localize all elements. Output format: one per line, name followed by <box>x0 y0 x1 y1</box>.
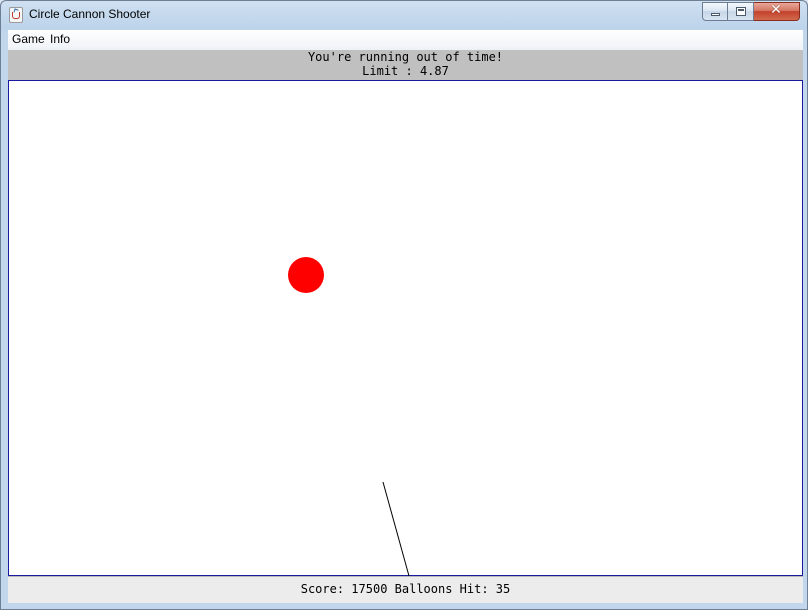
score-bar: Score: 17500 Balloons Hit: 35 <box>8 576 803 603</box>
time-warning-message: You're running out of time! <box>307 50 504 64</box>
window-title: Circle Cannon Shooter <box>29 7 151 21</box>
score-readout: Score: 17500 Balloons Hit: 35 <box>300 582 511 596</box>
game-canvas[interactable] <box>8 80 803 577</box>
close-icon: ✕ <box>770 2 782 18</box>
minimize-button[interactable] <box>702 2 728 21</box>
window-client-area: Game Info You're running out of time! Li… <box>8 30 803 603</box>
menu-info[interactable]: Info <box>48 32 72 46</box>
minimize-icon <box>711 13 720 16</box>
menu-game[interactable]: Game <box>10 32 47 46</box>
status-panel: You're running out of time! Limit : 4.87 <box>8 50 803 80</box>
game-canvas-drawing <box>288 257 410 577</box>
maximize-button[interactable] <box>728 2 754 21</box>
balloon-target <box>288 257 324 293</box>
coffee-cup-icon <box>12 12 20 19</box>
menu-bar: Game Info <box>8 30 803 51</box>
close-button[interactable]: ✕ <box>754 2 800 21</box>
cannon-barrel <box>382 481 410 577</box>
java-coffee-icon[interactable] <box>9 7 23 23</box>
title-bar[interactable]: Circle Cannon Shooter ✕ <box>1 1 807 30</box>
app-window: Circle Cannon Shooter ✕ Game Info You're… <box>0 0 808 610</box>
maximize-icon <box>736 7 746 16</box>
time-limit-readout: Limit : 4.87 <box>362 64 449 78</box>
